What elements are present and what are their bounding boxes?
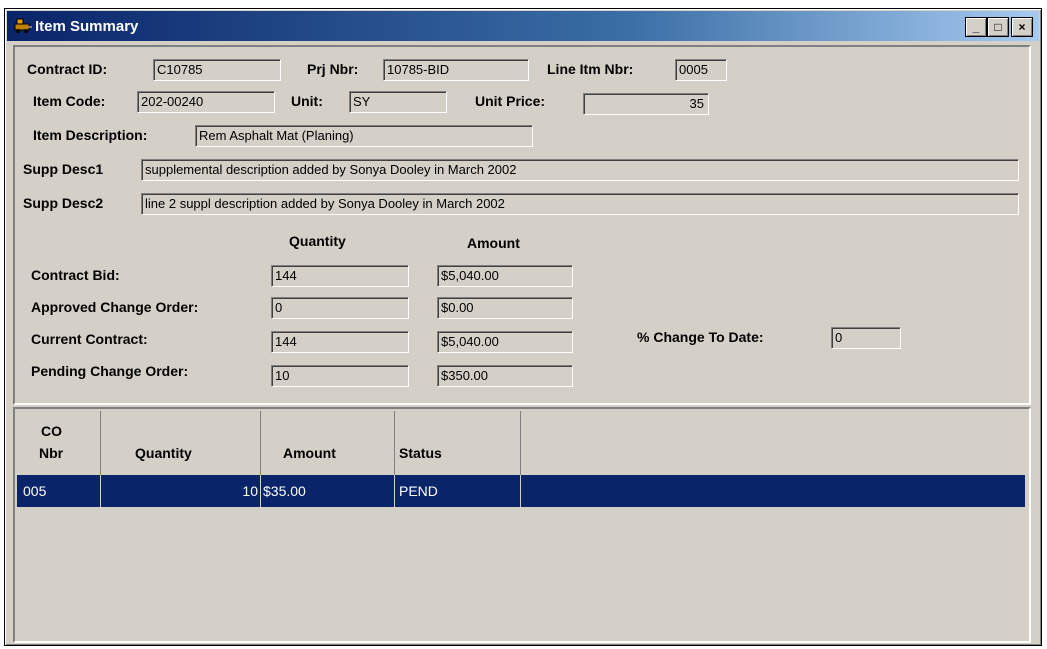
contract-bid-amount[interactable]: $5,040.00 [437,265,573,287]
item-description-field[interactable]: Rem Asphalt Mat (Planing) [195,125,533,147]
line-itm-nbr-label: Line Itm Nbr: [547,61,634,77]
co-nbr-cell[interactable]: 005 [17,475,101,507]
column-header-co-line1: CO [41,423,62,439]
unit-label: Unit: [291,93,323,109]
current-contract-amount[interactable]: $5,040.00 [437,331,573,353]
grid-empty-area [17,507,1025,635]
column-header-amount-label: Amount [283,445,336,461]
current-contract-label: Current Contract: [31,331,148,347]
contract-bid-label: Contract Bid: [31,267,120,283]
approved-change-order-quantity[interactable]: 0 [271,297,409,319]
window-title: Item Summary [35,18,139,35]
unit-price-field[interactable]: 35 [583,93,709,115]
pending-change-order-quantity[interactable]: 10 [271,365,409,387]
unit-price-label: Unit Price: [475,93,546,109]
pending-change-order-label: Pending Change Order: [31,363,189,379]
contract-bid-quantity[interactable]: 144 [271,265,409,287]
column-header-amount[interactable]: Amount [261,411,395,475]
quantity-cell[interactable]: 10 [101,475,261,507]
supp-desc1-field[interactable]: supplemental description added by Sonya … [141,159,1019,181]
grid-header: CO Nbr Quantity Amount Status [17,411,1025,475]
item-code-field[interactable]: 202-00240 [137,91,275,113]
column-header-quantity[interactable]: Quantity [101,411,261,475]
item-code-label: Item Code: [33,93,106,109]
approved-change-order-label: Approved Change Order: [31,299,199,315]
supp-desc1-label: Supp Desc1 [23,161,104,177]
supp-desc2-field[interactable]: line 2 suppl description added by Sonya … [141,193,1019,215]
change-order-grid: CO Nbr Quantity Amount Status 005 10 $35… [13,407,1031,643]
close-button[interactable]: × [1011,17,1033,37]
prj-nbr-label: Prj Nbr: [307,61,359,77]
approved-change-order-amount[interactable]: $0.00 [437,297,573,319]
current-contract-quantity[interactable]: 144 [271,331,409,353]
table-row[interactable]: 005 10 $35.00 PEND [17,475,1025,507]
quantity-header: Quantity [289,233,346,249]
pct-change-label: % Change To Date: [637,329,764,345]
column-header-co-line2: Nbr [39,445,64,461]
status-cell[interactable]: PEND [395,475,521,507]
title-bar[interactable]: Item Summary _ □ × [7,11,1039,41]
prj-nbr-field[interactable]: 10785-BID [383,59,529,81]
contract-id-label: Contract ID: [27,61,108,77]
item-summary-window: Item Summary _ □ × Contract ID: C10785 P… [4,8,1042,646]
column-header-co-nbr[interactable]: CO Nbr [17,411,101,475]
app-icon [14,18,32,33]
column-header-quantity-label: Quantity [135,445,192,461]
line-itm-nbr-field[interactable]: 0005 [675,59,727,81]
item-description-label: Item Description: [33,127,148,143]
contract-id-field[interactable]: C10785 [153,59,281,81]
amount-header: Amount [467,235,520,251]
pct-change-field[interactable]: 0 [831,327,901,349]
minimize-button[interactable]: _ [965,17,987,37]
pending-change-order-amount[interactable]: $350.00 [437,365,573,387]
column-header-status[interactable]: Status [395,411,521,475]
maximize-button[interactable]: □ [987,17,1009,37]
amount-cell[interactable]: $35.00 [261,475,395,507]
item-details-panel: Contract ID: C10785 Prj Nbr: 10785-BID L… [13,45,1031,405]
unit-field[interactable]: SY [349,91,447,113]
supp-desc2-label: Supp Desc2 [23,195,104,211]
column-header-status-label: Status [399,445,442,461]
